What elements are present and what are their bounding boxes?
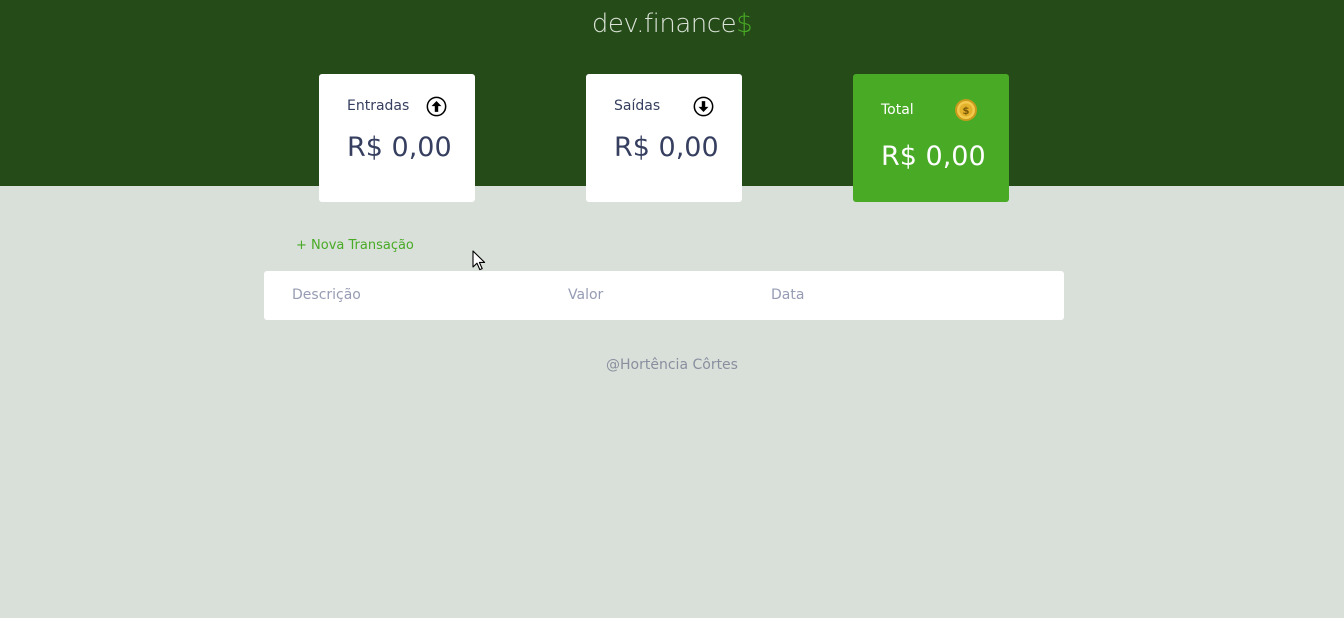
income-label: Entradas — [347, 98, 410, 114]
column-amount: Valor — [568, 287, 604, 303]
total-card: Total $ R$ 0,00 — [853, 74, 1009, 202]
logo-dollar-symbol: $ — [736, 9, 753, 39]
dollar-coin-icon: $ — [955, 99, 977, 121]
income-card: Entradas R$ 0,00 — [319, 74, 475, 202]
total-label: Total — [881, 102, 914, 118]
arrow-up-circle-icon — [426, 96, 447, 117]
income-amount: R$ 0,00 — [347, 132, 452, 163]
footer-credit: @Hortência Côrtes — [606, 357, 738, 373]
column-description: Descrição — [292, 287, 361, 303]
mouse-cursor-icon — [472, 250, 486, 271]
logo-text: dev.finance — [591, 9, 737, 39]
total-amount: R$ 0,00 — [881, 141, 986, 172]
arrow-down-circle-icon — [693, 96, 714, 117]
new-transaction-link[interactable]: + Nova Transação — [296, 238, 414, 253]
svg-text:$: $ — [963, 106, 970, 117]
logo: dev.finance$ — [0, 9, 1344, 39]
expense-card: Saídas R$ 0,00 — [586, 74, 742, 202]
expense-amount: R$ 0,00 — [614, 132, 719, 163]
column-date: Data — [771, 287, 805, 303]
expense-label: Saídas — [614, 98, 661, 114]
transactions-table-header: Descrição Valor Data — [264, 271, 1064, 320]
